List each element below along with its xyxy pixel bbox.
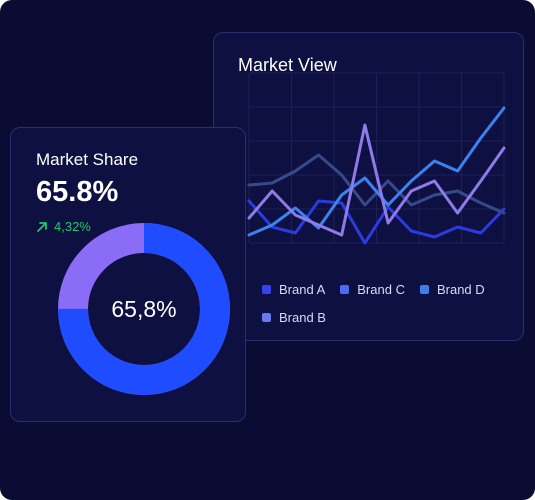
market-share-value: 65.8% xyxy=(36,176,119,208)
legend-item-brand-b: Brand B xyxy=(262,310,326,325)
legend-swatch xyxy=(340,285,350,294)
chart-legend: Brand A Brand C Brand D Brand B xyxy=(262,281,522,337)
legend-swatch xyxy=(262,313,271,322)
market-share-title: Market Share xyxy=(36,150,139,169)
donut-center-label: 65,8% xyxy=(111,295,177,322)
legend-label: Brand D xyxy=(436,282,485,297)
market-share-card: Market Share 65.8% 4,32% 65,8% xyxy=(10,127,246,422)
legend-swatch xyxy=(262,285,271,294)
legend-item-brand-a: Brand A xyxy=(262,282,325,297)
legend-swatch xyxy=(419,285,429,294)
legend-item-brand-c: Brand C xyxy=(340,282,405,297)
arrow-up-right-icon xyxy=(37,221,47,232)
app-frame: Market View Brand A Brand C Brand D Brand B… xyxy=(0,0,535,500)
market-view-card: Market View Brand A Brand C Brand D Brand B xyxy=(213,32,524,341)
legend-label: Brand B xyxy=(279,310,326,325)
legend-label: Brand A xyxy=(279,282,326,297)
legend-item-brand-d: Brand D xyxy=(419,282,485,297)
legend-label: Brand C xyxy=(357,282,405,297)
